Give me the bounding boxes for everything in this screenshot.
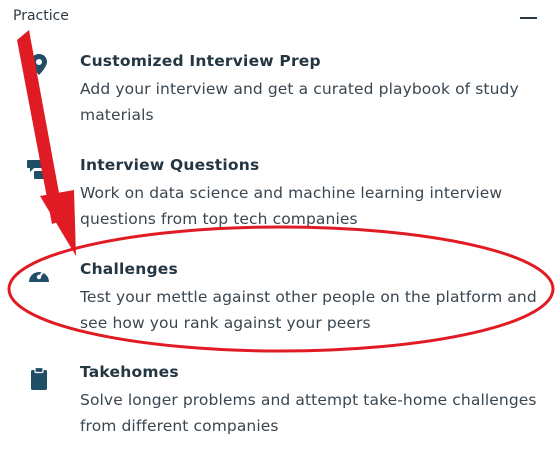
speedometer-icon (29, 270, 49, 282)
menu-item-title: Challenges (80, 260, 178, 278)
practice-section-header[interactable]: Practice (0, 0, 557, 36)
menu-item-description: Add your interview and get a curated pla… (80, 80, 519, 124)
menu-item-title: Takehomes (80, 363, 179, 381)
menu-item-description: Test your mettle against other people on… (80, 288, 537, 332)
minus-icon (520, 17, 537, 19)
menu-item-takehomes[interactable]: Takehomes Solve longer problems and atte… (0, 363, 557, 449)
location-pin-icon (31, 54, 47, 75)
chat-bubbles-icon (27, 160, 50, 179)
section-title: Practice (13, 8, 69, 24)
menu-item-customized-interview-prep[interactable]: Customized Interview Prep Add your inter… (0, 52, 557, 150)
menu-item-interview-questions[interactable]: Interview Questions Work on data science… (0, 156, 557, 254)
menu-item-title: Customized Interview Prep (80, 52, 321, 70)
menu-item-challenges[interactable]: Challenges Test your mettle against othe… (0, 260, 557, 358)
menu-item-description: Solve longer problems and attempt take-h… (80, 391, 537, 435)
collapse-toggle-button[interactable] (516, 8, 542, 28)
menu-item-description: Work on data science and machine learnin… (80, 184, 503, 228)
menu-item-title: Interview Questions (80, 156, 260, 174)
clipboard-icon (31, 366, 47, 390)
